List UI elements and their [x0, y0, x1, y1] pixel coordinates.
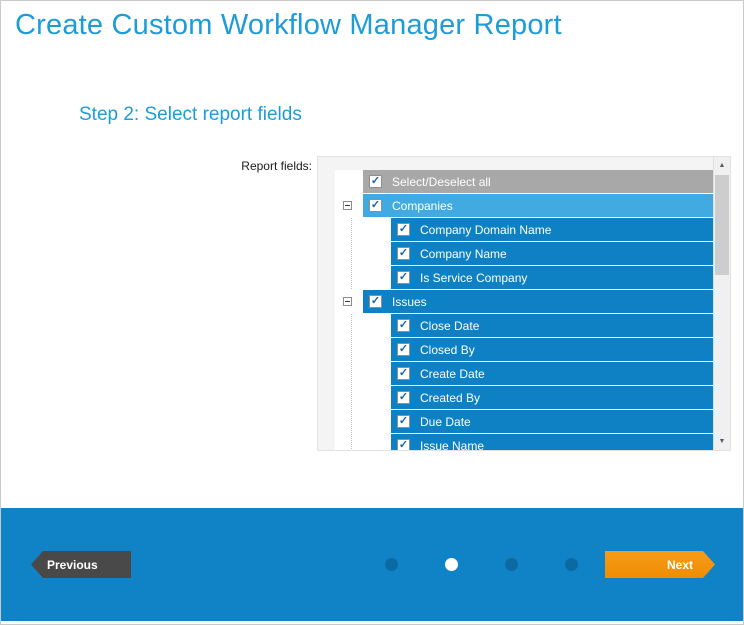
- wizard-window: Create Custom Workflow Manager Report St…: [0, 0, 744, 625]
- collapse-expander-icon[interactable]: [343, 201, 352, 210]
- row-bar[interactable]: ✓ Is Service Company: [391, 266, 713, 289]
- tree-row[interactable]: ✓ Company Name: [335, 242, 713, 265]
- checkbox[interactable]: ✓: [397, 367, 410, 380]
- tree-row[interactable]: ✓ Is Service Company: [335, 266, 713, 289]
- tree-line: [351, 410, 352, 433]
- step-dot-1[interactable]: [385, 558, 398, 571]
- tree-row[interactable]: ✓ Created By: [335, 386, 713, 409]
- row-label: Is Service Company: [420, 271, 527, 285]
- tree-row[interactable]: ✓ Issues: [335, 290, 713, 313]
- tree-row[interactable]: ✓ Issue Name: [335, 434, 713, 451]
- row-label: Company Domain Name: [420, 223, 551, 237]
- step-title: Step 2: Select report fields: [79, 104, 302, 126]
- tree-indent: [335, 170, 363, 193]
- row-bar[interactable]: ✓ Issue Name: [391, 434, 713, 451]
- tree-indent: [335, 314, 391, 337]
- row-bar[interactable]: ✓ Companies: [363, 194, 713, 217]
- tree-line: [351, 266, 352, 289]
- tree-indent: [335, 338, 391, 361]
- tree-line: [351, 434, 352, 451]
- checkbox[interactable]: ✓: [397, 271, 410, 284]
- row-label: Issues: [392, 295, 427, 309]
- checkbox[interactable]: ✓: [397, 391, 410, 404]
- row-label: Select/Deselect all: [392, 175, 491, 189]
- tree-line: [351, 338, 352, 361]
- row-label: Issue Name: [420, 439, 484, 452]
- step-dot-4[interactable]: [565, 558, 578, 571]
- tree-line: [351, 218, 352, 241]
- report-fields-tree: ✓ Select/Deselect all ✓ Companies ✓ Company D…: [335, 170, 713, 451]
- step-dot-3[interactable]: [505, 558, 518, 571]
- tree-indent: [335, 242, 391, 265]
- checkbox[interactable]: ✓: [369, 199, 382, 212]
- checkbox[interactable]: ✓: [397, 343, 410, 356]
- vertical-scrollbar[interactable]: ▲ ▼: [713, 157, 730, 450]
- checkbox[interactable]: ✓: [397, 223, 410, 236]
- collapse-expander-icon[interactable]: [343, 297, 352, 306]
- row-bar[interactable]: ✓ Due Date: [391, 410, 713, 433]
- tree-row[interactable]: ✓ Closed By: [335, 338, 713, 361]
- wizard-navigation-bar: Previous Next: [1, 508, 743, 621]
- row-label: Companies: [392, 199, 453, 213]
- tree-line: [351, 386, 352, 409]
- row-label: Due Date: [420, 415, 471, 429]
- tree-line: [351, 242, 352, 265]
- row-label: Created By: [420, 391, 480, 405]
- tree-indent: [335, 434, 391, 451]
- previous-button[interactable]: Previous: [31, 551, 131, 578]
- tree-indent: [335, 410, 391, 433]
- step-dot-2[interactable]: [445, 558, 458, 571]
- row-label: Company Name: [420, 247, 507, 261]
- row-bar[interactable]: ✓ Closed By: [391, 338, 713, 361]
- tree-indent: [335, 266, 391, 289]
- row-bar[interactable]: ✓ Select/Deselect all: [363, 170, 713, 193]
- checkbox[interactable]: ✓: [369, 175, 382, 188]
- checkbox[interactable]: ✓: [397, 247, 410, 260]
- checkbox[interactable]: ✓: [369, 295, 382, 308]
- tree-indent: [335, 386, 391, 409]
- scrollbar-thumb[interactable]: [715, 175, 729, 275]
- row-bar[interactable]: ✓ Company Domain Name: [391, 218, 713, 241]
- tree-indent: [335, 194, 363, 217]
- row-label: Create Date: [420, 367, 485, 381]
- tree-indent: [335, 362, 391, 385]
- next-button[interactable]: Next: [605, 551, 715, 578]
- row-bar[interactable]: ✓ Company Name: [391, 242, 713, 265]
- row-bar[interactable]: ✓ Created By: [391, 386, 713, 409]
- row-bar[interactable]: ✓ Close Date: [391, 314, 713, 337]
- scrollbar-up-icon[interactable]: ▲: [714, 157, 730, 174]
- select-all-row[interactable]: ✓ Select/Deselect all: [335, 170, 713, 193]
- row-label: Close Date: [420, 319, 479, 333]
- scrollbar-down-icon[interactable]: ▼: [714, 433, 730, 450]
- tree-row[interactable]: ✓ Companies: [335, 194, 713, 217]
- tree-line: [351, 314, 352, 337]
- tree-row[interactable]: ✓ Close Date: [335, 314, 713, 337]
- tree-row[interactable]: ✓ Due Date: [335, 410, 713, 433]
- report-fields-list: ✓ Select/Deselect all ✓ Companies ✓ Company D…: [317, 156, 731, 451]
- checkbox[interactable]: ✓: [397, 439, 410, 451]
- tree-row[interactable]: ✓ Company Domain Name: [335, 218, 713, 241]
- checkbox[interactable]: ✓: [397, 415, 410, 428]
- step-indicator: [385, 558, 578, 571]
- report-fields-label: Report fields:: [216, 159, 312, 173]
- tree-line: [351, 362, 352, 385]
- row-bar[interactable]: ✓ Create Date: [391, 362, 713, 385]
- checkbox[interactable]: ✓: [397, 319, 410, 332]
- page-title: Create Custom Workflow Manager Report: [15, 9, 562, 42]
- tree-indent: [335, 218, 391, 241]
- tree-row[interactable]: ✓ Create Date: [335, 362, 713, 385]
- row-label: Closed By: [420, 343, 475, 357]
- row-bar[interactable]: ✓ Issues: [363, 290, 713, 313]
- tree-indent: [335, 290, 363, 313]
